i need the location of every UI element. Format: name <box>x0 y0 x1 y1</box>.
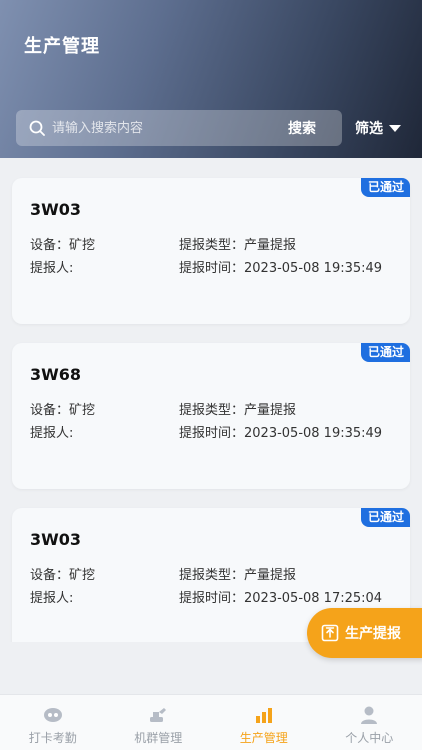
device-field: 设备：矿挖 <box>30 403 96 418</box>
search-icon <box>29 120 45 136</box>
report-card[interactable]: 已通过 3W68 设备：矿挖 提报类型：产量提报 提报人: 提报时间：2023-… <box>12 343 410 489</box>
search-input[interactable] <box>52 116 272 140</box>
report-type-field: 提报类型：产量提报 <box>179 238 297 253</box>
upload-icon <box>321 624 339 642</box>
caret-down-icon <box>389 124 401 132</box>
filter-label: 筛选 <box>355 121 383 137</box>
report-type-field: 提报类型：产量提报 <box>179 403 297 418</box>
device-field: 设备：矿挖 <box>30 568 96 583</box>
fab-label: 生产提报 <box>345 626 401 642</box>
report-time-field: 提报时间：2023-05-08 19:35:49 <box>179 426 383 441</box>
tab-profile[interactable]: 个人中心 <box>317 695 422 750</box>
tab-label: 生产管理 <box>239 731 288 745</box>
production-report-button[interactable]: 生产提报 <box>307 608 422 658</box>
tab-fleet[interactable]: 机群管理 <box>106 695 212 750</box>
filter-dropdown[interactable]: 筛选 <box>355 118 401 138</box>
bar-chart-icon <box>255 708 272 723</box>
tab-label: 机群管理 <box>134 731 183 745</box>
card-title: 3W03 <box>30 530 82 549</box>
reporter-field: 提报人: <box>30 591 74 606</box>
clock-in-icon <box>43 708 62 722</box>
status-badge: 已通过 <box>360 343 410 362</box>
bottom-tab-bar: 打卡考勤 机群管理 生产管理 个人中心 <box>0 694 422 750</box>
tab-label: 打卡考勤 <box>28 731 77 745</box>
status-badge: 已通过 <box>360 508 410 527</box>
search-button[interactable]: 搜索 <box>288 118 316 138</box>
header: 生产管理 搜索 筛选 <box>0 0 422 158</box>
report-time-field: 提报时间：2023-05-08 17:25:04 <box>179 591 383 606</box>
card-title: 3W68 <box>30 365 82 384</box>
search-box[interactable]: 搜索 <box>16 110 342 146</box>
device-field: 设备：矿挖 <box>30 238 96 253</box>
card-title: 3W03 <box>30 200 82 219</box>
report-time-field: 提报时间：2023-05-08 19:35:49 <box>179 261 383 276</box>
tab-attendance[interactable]: 打卡考勤 <box>0 695 106 750</box>
tab-label: 个人中心 <box>345 731 394 745</box>
report-list[interactable]: 已通过 3W03 设备：矿挖 提报类型：产量提报 提报人: 提报时间：2023-… <box>0 158 422 642</box>
page-title: 生产管理 <box>24 36 100 57</box>
reporter-field: 提报人: <box>30 426 74 441</box>
report-type-field: 提报类型：产量提报 <box>179 568 297 583</box>
status-badge: 已通过 <box>360 178 410 197</box>
reporter-field: 提报人: <box>30 261 74 276</box>
report-card[interactable]: 已通过 3W03 设备：矿挖 提报类型：产量提报 提报人: 提报时间：2023-… <box>12 178 410 324</box>
user-icon <box>361 706 378 724</box>
tab-production[interactable]: 生产管理 <box>211 695 317 750</box>
excavator-icon <box>150 708 167 722</box>
